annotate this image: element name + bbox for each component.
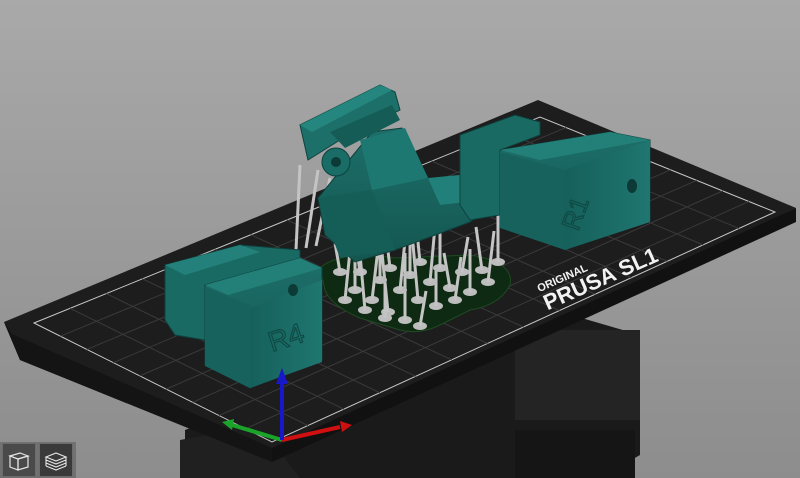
layers-view-button[interactable] — [39, 443, 73, 477]
3d-viewport[interactable]: ORIGINAL PRUSA SL1 R1 R4 — [0, 0, 800, 478]
iso-view-cube-icon — [8, 452, 30, 471]
iso-view-cube-button[interactable] — [2, 443, 36, 477]
layers-view-icon — [44, 452, 68, 471]
view-toolbar — [0, 442, 76, 478]
3d-scene[interactable]: ORIGINAL PRUSA SL1 R1 R4 — [0, 0, 800, 478]
